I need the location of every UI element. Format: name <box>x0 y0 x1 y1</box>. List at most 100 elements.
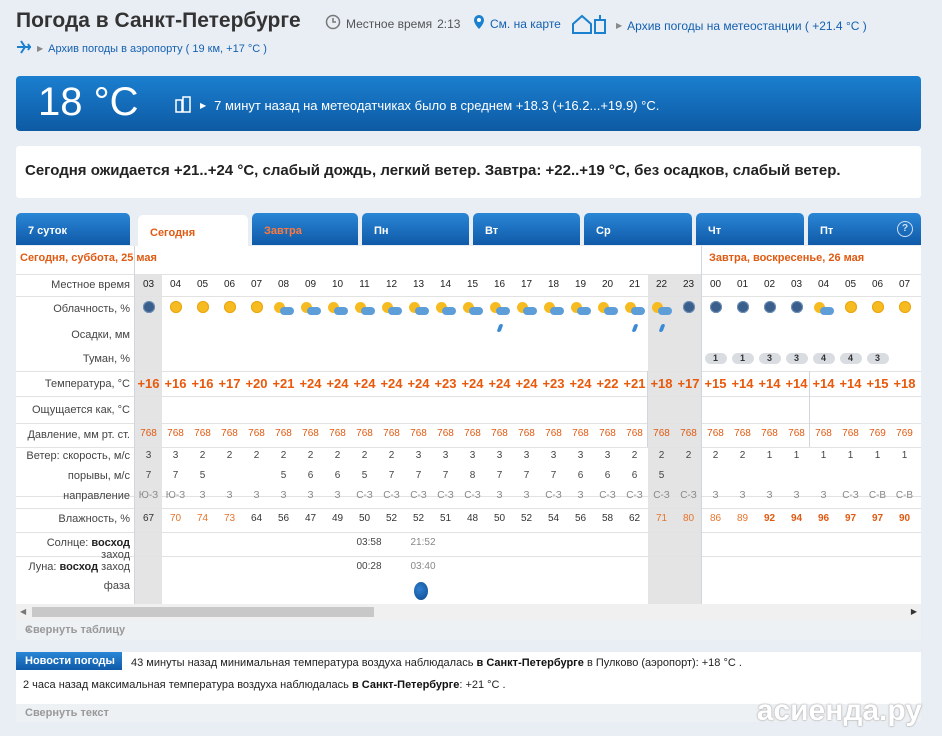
humidity-cell: 97 <box>871 513 884 524</box>
tab-label[interactable]: Пт <box>820 225 833 237</box>
temp-cell: +17 <box>677 376 700 391</box>
tab-6[interactable]: Чт <box>696 213 804 245</box>
fog-badge: 3 <box>758 353 781 364</box>
partly-cloudy-icon <box>435 301 456 315</box>
hour-cell: 19 <box>574 279 587 290</box>
row-label-fog: Туман, % <box>82 353 130 365</box>
sun-icon <box>169 301 182 313</box>
row-label-humidity: Влажность, % <box>58 513 130 525</box>
moon-label-moon_prefix: Луна: <box>28 561 57 573</box>
tab-label[interactable]: Завтра <box>264 225 302 237</box>
fog-badge: 4 <box>812 353 835 364</box>
humidity-cell: 52 <box>385 513 398 524</box>
hour-cell: 04 <box>169 279 182 290</box>
archive-airport-label[interactable]: Архив погоды в аэропорту ( 19 км, +17 °C… <box>48 43 267 55</box>
scroll-right-icon[interactable]: ▶ <box>911 607 917 616</box>
news-2-tail: : +21 °C . <box>459 679 506 691</box>
cloud-cell <box>540 301 567 318</box>
tab-4[interactable]: Вт <box>473 213 580 245</box>
arrow-right-icon: ▶ <box>616 21 623 30</box>
scrollbar-thumb[interactable] <box>32 607 374 617</box>
temp-cell: +18 <box>893 376 916 391</box>
hour-cell: 07 <box>250 279 263 290</box>
forecast-text: Сегодня ожидается +21..+24 °C, слабый до… <box>25 162 841 179</box>
hourly-table: Сегодня, суббота, 25 мая Завтра, воскрес… <box>16 246 921 604</box>
gust-cell: 5 <box>199 470 206 481</box>
temp-cell: +24 <box>515 376 538 391</box>
tab-label[interactable]: Чт <box>708 225 721 237</box>
sun-icon <box>250 301 263 313</box>
wind-cell: 2 <box>388 450 395 461</box>
cloud-cell <box>432 301 459 318</box>
row-divider <box>16 508 921 509</box>
partly-cloudy-icon <box>651 301 672 315</box>
gust-cell: 5 <box>658 470 665 481</box>
direction-cell: З <box>793 490 800 501</box>
raindrop-icon <box>631 324 638 332</box>
archive-station-link[interactable]: ▶ Архив погоды на метеостанции ( +21.4 °… <box>571 14 867 37</box>
collapse-table-bar[interactable]: Свернуть таблицу ▲ <box>16 620 921 640</box>
map-link[interactable]: См. на карте <box>473 14 561 33</box>
tab-label[interactable]: Ср <box>596 225 611 237</box>
moon-icon <box>682 301 695 313</box>
moon-label-moon_set: заход <box>98 561 130 573</box>
temp-cell: +15 <box>704 376 727 391</box>
moon-icon <box>763 301 776 313</box>
cloud-cell <box>486 301 513 318</box>
tab-0[interactable]: 7 суток <box>16 213 130 245</box>
gust-cell: 7 <box>415 470 422 481</box>
tab-label[interactable]: Вт <box>485 225 498 237</box>
cloud-cell <box>648 301 675 318</box>
partly-cloudy-icon <box>462 301 483 315</box>
scroll-left-icon[interactable]: ◀ <box>20 607 26 616</box>
collapse-text-label[interactable]: Свернуть текст <box>25 707 109 719</box>
wind-cell: 3 <box>550 450 557 461</box>
night-shade <box>135 274 162 604</box>
tab-2[interactable]: Завтра <box>252 213 358 245</box>
tab-7[interactable]: Пт? <box>808 213 921 245</box>
hour-cell: 20 <box>601 279 614 290</box>
cloud-cell <box>810 301 837 318</box>
direction-cell: З <box>766 490 773 501</box>
cloud-cell <box>189 301 216 316</box>
hour-cell: 06 <box>223 279 236 290</box>
temp-cell: +24 <box>461 376 484 391</box>
collapse-up-icon[interactable]: ▲ <box>25 624 915 633</box>
pressure-cell: 768 <box>707 428 724 439</box>
table-scrollbar[interactable]: ◀ ▶ <box>16 604 921 620</box>
wind-cell: 3 <box>469 450 476 461</box>
archive-station-label[interactable]: Архив погоды на метеостанции ( +21.4 °C … <box>627 19 867 33</box>
humidity-cell: 56 <box>277 513 290 524</box>
sun-label-sun_set: заход <box>101 549 130 561</box>
help-icon[interactable]: ? <box>897 221 913 237</box>
direction-cell: З <box>523 490 530 501</box>
partly-cloudy-icon <box>570 301 591 315</box>
temp-cell: +21 <box>272 376 295 391</box>
tab-3[interactable]: Пн <box>362 213 469 245</box>
humidity-cell: 52 <box>520 513 533 524</box>
direction-cell: С-З <box>437 490 454 501</box>
archive-airport-link[interactable]: ▶ Архив погоды в аэропорту ( 19 км, +17 … <box>16 40 267 57</box>
partly-cloudy-icon <box>489 301 510 315</box>
tab-label[interactable]: Сегодня <box>150 227 195 239</box>
news-item-1: 43 минуты назад минимальная температура … <box>131 657 742 669</box>
wind-cell: 2 <box>280 450 287 461</box>
tab-label[interactable]: 7 суток <box>28 225 67 237</box>
row-label-pressure: Давление, мм рт. ст. <box>27 429 130 441</box>
humidity-cell: 52 <box>412 513 425 524</box>
news-2-city: в Санкт-Петербурге <box>351 679 460 691</box>
tab-label[interactable]: Пн <box>374 225 389 237</box>
row-divider <box>16 296 921 297</box>
pressure-cell: 769 <box>869 428 886 439</box>
tab-5[interactable]: Ср <box>584 213 692 245</box>
tab-1[interactable]: Сегодня <box>138 215 248 247</box>
local-time-value: 2:13 <box>437 16 461 31</box>
row-label-cloud: Облачность, % <box>53 303 130 315</box>
cloud-cell <box>270 301 297 318</box>
sun-icon <box>223 301 236 313</box>
humidity-cell: 89 <box>736 513 749 524</box>
map-link-label[interactable]: См. на карте <box>490 17 561 31</box>
temp-cell: +14 <box>785 376 808 391</box>
wind-cell: 2 <box>334 450 341 461</box>
pressure-cell: 768 <box>194 428 211 439</box>
